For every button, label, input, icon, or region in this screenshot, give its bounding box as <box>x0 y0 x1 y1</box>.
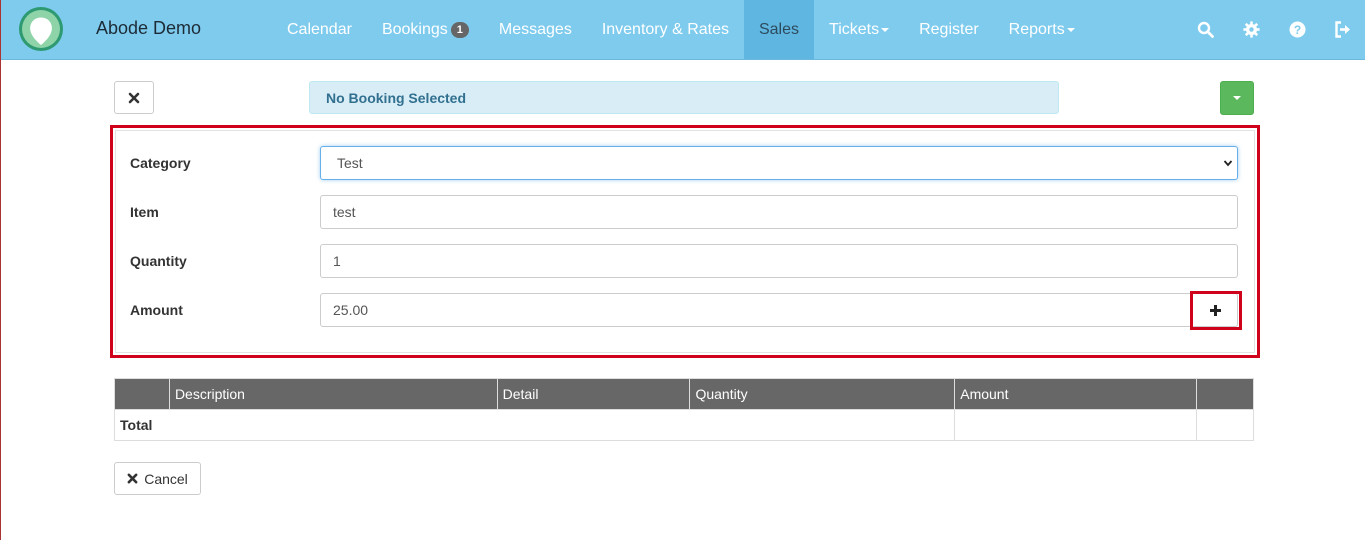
amount-value: 25.00 <box>333 302 369 318</box>
nav-label: Inventory & Rates <box>601 20 729 38</box>
nav-tickets[interactable]: Tickets <box>814 0 904 59</box>
caret-down-icon <box>1233 96 1241 100</box>
options-dropdown-button[interactable] <box>1220 81 1254 115</box>
search-button[interactable] <box>1182 0 1228 59</box>
sale-items-table: Description Detail Quantity Amount Total <box>113 378 1254 441</box>
quantity-input[interactable]: 1 <box>320 244 1238 278</box>
nav-label: Bookings <box>381 20 448 38</box>
column-header-description: Description <box>168 378 498 410</box>
amount-label: Amount <box>130 302 183 318</box>
nav-label: Tickets <box>829 20 880 38</box>
total-label: Total <box>113 409 956 441</box>
item-value: test <box>333 204 356 220</box>
search-icon <box>1197 21 1214 38</box>
top-navbar: Abode Demo Calendar Bookings 1 Messages I… <box>1 0 1365 60</box>
quantity-row: Quantity <box>130 244 187 278</box>
total-actions-cell <box>1196 409 1254 441</box>
quantity-value: 1 <box>333 253 341 269</box>
table-header-row: Description Detail Quantity Amount <box>114 378 1254 410</box>
category-row: Category <box>130 146 191 180</box>
quantity-label: Quantity <box>130 253 187 269</box>
amount-row: Amount <box>130 293 183 327</box>
column-header-amount: Amount <box>954 378 1198 410</box>
nav-label: Calendar <box>287 20 352 38</box>
caret-down-icon <box>1066 27 1075 32</box>
nav-bookings[interactable]: Bookings 1 <box>367 0 484 59</box>
nav-register[interactable]: Register <box>904 0 994 59</box>
main-nav: Calendar Bookings 1 Messages Inventory & … <box>272 0 1090 59</box>
gear-icon <box>1242 21 1260 38</box>
nav-label: Reports <box>1008 20 1065 38</box>
close-sale-button[interactable] <box>114 81 154 114</box>
booking-status-text: No Booking Selected <box>326 89 467 106</box>
nav-sales[interactable]: Sales <box>743 0 815 59</box>
category-label: Category <box>130 155 191 171</box>
caret-down-icon <box>881 27 890 32</box>
logout-button[interactable] <box>1320 0 1365 59</box>
category-select[interactable]: Test <box>320 146 1238 180</box>
highlight-box-add-button <box>1190 291 1242 330</box>
svg-text:?: ? <box>1293 23 1300 37</box>
column-header-quantity: Quantity <box>689 378 956 410</box>
nav-icon-group: ? <box>1182 0 1365 59</box>
cancel-button[interactable]: Cancel <box>114 462 201 495</box>
settings-button[interactable] <box>1228 0 1274 59</box>
item-input[interactable]: test <box>320 195 1238 229</box>
nav-inventory-rates[interactable]: Inventory & Rates <box>587 0 744 59</box>
logout-icon <box>1335 21 1350 38</box>
close-icon <box>128 92 140 103</box>
column-header-select <box>114 378 170 410</box>
bookings-count-badge: 1 <box>450 21 469 38</box>
nav-reports[interactable]: Reports <box>994 0 1090 59</box>
nav-messages[interactable]: Messages <box>484 0 587 59</box>
help-icon: ? <box>1289 21 1305 38</box>
nav-label: Messages <box>498 20 572 38</box>
table-total-row: Total <box>113 409 1254 441</box>
amount-input[interactable]: 25.00 <box>320 293 1192 327</box>
app-logo[interactable] <box>18 6 64 52</box>
brand-title[interactable]: Abode Demo <box>96 18 201 39</box>
help-button[interactable]: ? <box>1274 0 1320 59</box>
category-value: Test <box>337 155 363 171</box>
nav-label: Sales <box>758 20 800 38</box>
column-header-actions <box>1196 378 1254 410</box>
item-row: Item <box>130 195 159 229</box>
booking-status-alert: No Booking Selected <box>309 81 1059 114</box>
chevron-down-icon <box>1223 160 1233 167</box>
item-label: Item <box>130 204 159 220</box>
cancel-label: Cancel <box>144 470 188 487</box>
close-icon <box>127 473 138 484</box>
column-header-detail: Detail <box>496 378 691 410</box>
nav-calendar[interactable]: Calendar <box>272 0 367 59</box>
nav-label: Register <box>919 20 979 38</box>
total-amount-cell <box>954 409 1198 441</box>
